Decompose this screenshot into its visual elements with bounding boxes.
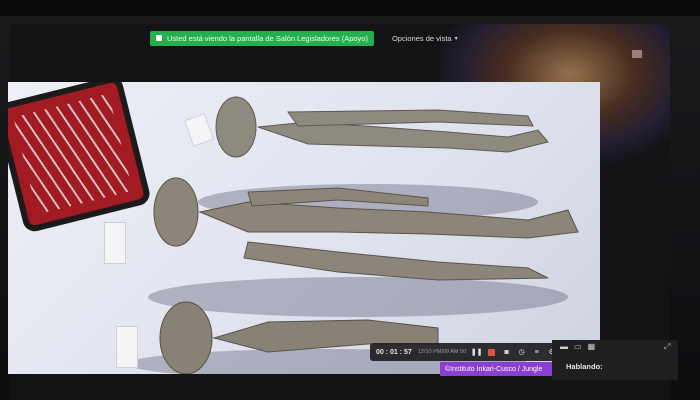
elapsed-time: 00 : 01 : 57 bbox=[376, 348, 412, 356]
specimen-label-card bbox=[116, 326, 138, 368]
panel-controls: ▬ ▭ ▦ bbox=[560, 342, 595, 351]
specimen-label-card bbox=[104, 222, 126, 264]
screen-share-banner[interactable]: Usted está viendo la pantalla de Salón L… bbox=[150, 30, 374, 46]
credit-text: ©Instituto Inkari-Cusco / Jungle bbox=[445, 365, 543, 373]
shadow-shape bbox=[148, 277, 568, 317]
bars-icon[interactable]: ≡ bbox=[532, 348, 541, 357]
fullscreen-icon[interactable]: ⤢ bbox=[664, 342, 670, 352]
grid-view-icon[interactable]: ▦ bbox=[588, 342, 596, 351]
view-options-label: Opciones de vista bbox=[391, 33, 452, 43]
share-banner-text: Usted está viendo la pantalla de Salón L… bbox=[167, 33, 368, 43]
shared-screen-content bbox=[8, 82, 600, 374]
specimen-body-1 bbox=[215, 96, 549, 158]
window-control-icon[interactable] bbox=[632, 50, 642, 58]
restore-icon[interactable]: ▭ bbox=[574, 342, 582, 351]
recording-timestamp: 12/10 PM/09 AM 50 bbox=[417, 349, 467, 355]
record-icon[interactable] bbox=[487, 348, 496, 357]
timer-icon[interactable]: ◷ bbox=[517, 348, 526, 357]
camera-icon[interactable]: ◙ bbox=[502, 348, 511, 357]
pause-icon[interactable]: ❚❚ bbox=[471, 348, 483, 357]
minimize-icon[interactable]: ▬ bbox=[560, 342, 568, 351]
zoom-top-bar: Usted está viendo la pantalla de Salón L… bbox=[10, 24, 670, 52]
view-options-menu[interactable]: Opciones de vista ▾ bbox=[392, 34, 458, 43]
specimen-photo bbox=[128, 96, 579, 374]
chevron-down-icon: ▾ bbox=[454, 35, 458, 42]
speaking-indicator: Hablando: bbox=[566, 362, 603, 371]
share-indicator-icon bbox=[156, 35, 162, 41]
